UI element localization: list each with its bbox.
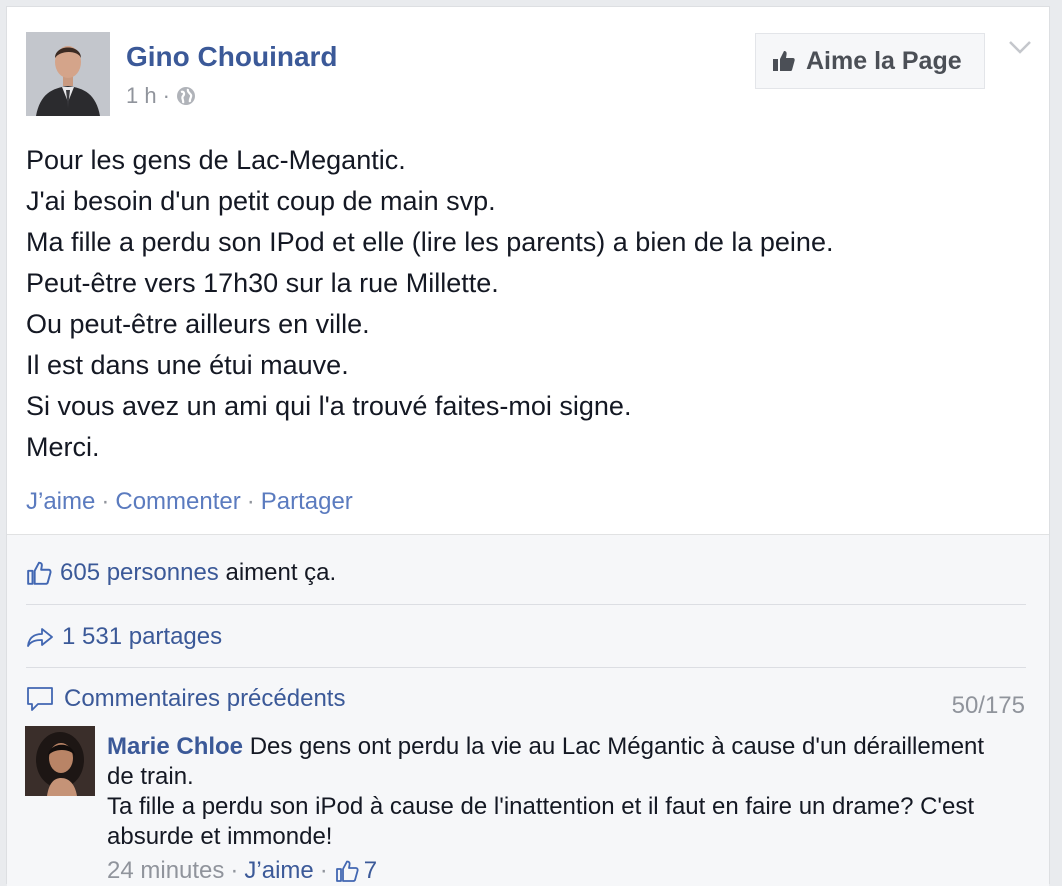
- comment-meta: 24 minutes · J’aime · 7: [107, 857, 377, 885]
- commenter-name[interactable]: Marie Chloe: [107, 733, 243, 760]
- commenter-avatar[interactable]: [25, 726, 95, 796]
- comment-like-action[interactable]: J’aime: [244, 857, 313, 885]
- comment-like-number: 7: [363, 857, 378, 884]
- comment-like-count[interactable]: 7: [334, 857, 377, 885]
- chevron-down-icon[interactable]: [1007, 37, 1033, 57]
- post-meta: 1 h ·: [126, 83, 196, 109]
- meta-separator: ·: [230, 857, 239, 884]
- shares-summary: 1 531 partages: [26, 623, 222, 651]
- divider: [26, 667, 1026, 668]
- post-line: Si vous avez un ami qui l'a trouvé faite…: [26, 391, 632, 421]
- divider: [26, 604, 1026, 605]
- likes-summary: 605 personnes aiment ça.: [26, 559, 336, 587]
- comment-text-2: Ta fille a perdu son iPod à cause de l'i…: [107, 793, 975, 850]
- meta-separator: ·: [319, 857, 328, 884]
- feedback-section: 605 personnes aiment ça. 1 531 partages …: [7, 534, 1049, 886]
- comment-bubble-icon: [27, 687, 53, 711]
- post-line: Il est dans une étui mauve.: [26, 350, 349, 380]
- post-actions: J’aime · Commenter · Partager: [26, 488, 353, 516]
- post-line: J'ai besoin d'un petit coup de main svp.: [26, 186, 496, 216]
- thumbs-up-icon: [773, 51, 795, 71]
- likes-count-link[interactable]: 605 personnes: [60, 559, 219, 587]
- meta-separator: ·: [162, 83, 170, 108]
- author-avatar[interactable]: [26, 32, 110, 116]
- post-line: Ma fille a perdu son IPod et elle (lire …: [26, 227, 834, 257]
- shares-count-link[interactable]: 1 531 partages: [62, 623, 222, 651]
- post-body: Pour les gens de Lac-Megantic. J'ai beso…: [26, 140, 833, 468]
- like-page-label: Aime la Page: [806, 46, 962, 75]
- comment-paragraph: Marie Chloe Des gens ont perdu la vie au…: [107, 732, 1007, 792]
- likes-suffix: aiment ça.: [225, 559, 337, 586]
- comment-body: Marie Chloe Des gens ont perdu la vie au…: [107, 732, 1007, 852]
- action-separator: ·: [246, 488, 255, 515]
- like-action[interactable]: J’aime: [26, 488, 95, 515]
- comment-timestamp[interactable]: 24 minutes: [107, 857, 224, 885]
- post-timestamp[interactable]: 1 h: [126, 83, 157, 109]
- share-arrow-icon: [27, 628, 53, 647]
- post-line: Ou peut-être ailleurs en ville.: [26, 309, 370, 339]
- globe-icon[interactable]: [176, 86, 196, 106]
- author-name[interactable]: Gino Chouinard: [126, 41, 338, 73]
- share-action[interactable]: Partager: [261, 488, 353, 515]
- comment-count: 50/175: [951, 692, 1025, 719]
- post-line: Peut-être vers 17h30 sur la rue Millette…: [26, 268, 499, 298]
- thumbs-up-outline-icon: [27, 561, 52, 585]
- previous-comments-link[interactable]: Commentaires précédents: [64, 685, 345, 713]
- thumbs-up-outline-icon: [335, 860, 359, 882]
- post-line: Pour les gens de Lac-Megantic.: [26, 145, 406, 175]
- like-page-button[interactable]: Aime la Page: [755, 33, 985, 89]
- previous-comments-row: Commentaires précédents: [26, 685, 345, 713]
- action-separator: ·: [101, 488, 110, 515]
- comment-action[interactable]: Commenter: [115, 488, 240, 515]
- post-card: Gino Chouinard 1 h · Aime la Page Pour l…: [6, 6, 1050, 886]
- post-line: Merci.: [26, 432, 100, 462]
